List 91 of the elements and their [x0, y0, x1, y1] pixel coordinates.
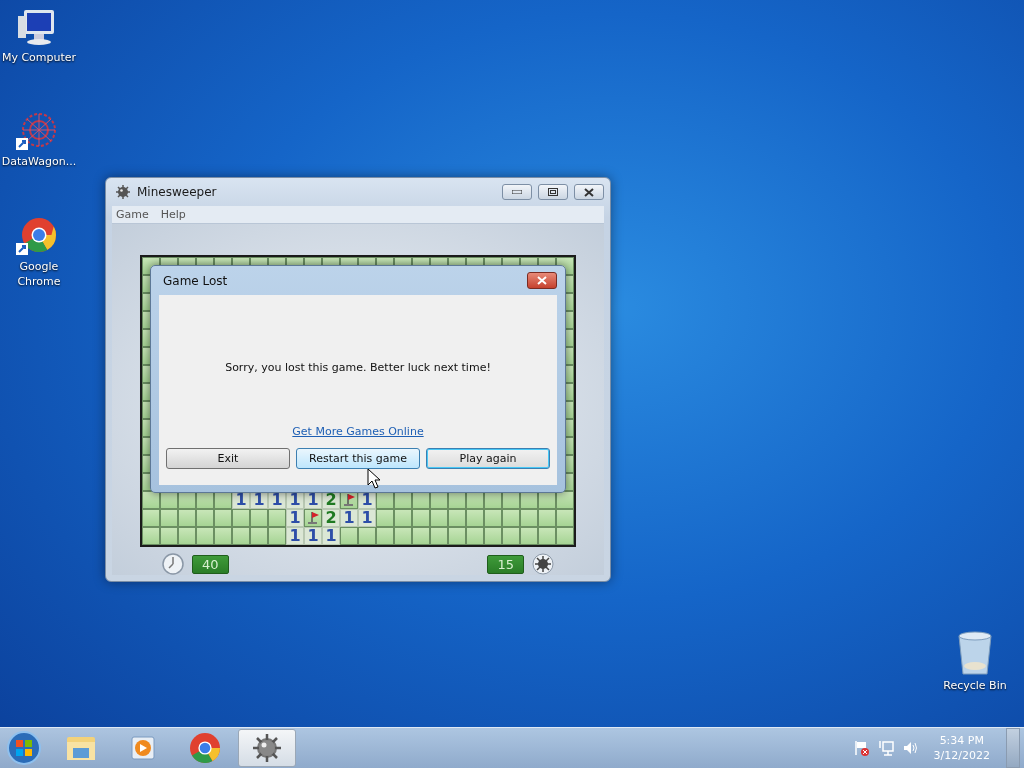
minefield-cell[interactable]	[196, 509, 214, 527]
dialog-button[interactable]: Restart this game	[296, 448, 420, 469]
dialog-button[interactable]: Exit	[166, 448, 290, 469]
more-games-link[interactable]: Get More Games Online	[292, 425, 424, 438]
minefield-cell[interactable]	[448, 509, 466, 527]
dialog-message: Sorry, you lost this game. Better luck next time!	[225, 361, 491, 374]
minefield-cell[interactable]	[556, 509, 574, 527]
minefield-cell[interactable]	[178, 509, 196, 527]
minefield-cell[interactable]	[232, 509, 250, 527]
mouse-cursor-icon	[367, 468, 381, 490]
mine-count-cell[interactable]: 1	[304, 527, 322, 545]
close-button[interactable]	[574, 184, 604, 200]
menu-item[interactable]: Help	[160, 206, 186, 223]
menu-item[interactable]: Game	[116, 206, 149, 223]
minefield-cell[interactable]	[376, 527, 394, 545]
mine-count-cell[interactable]: 1	[286, 527, 304, 545]
minefield-cell[interactable]	[178, 527, 196, 545]
minimize-button[interactable]	[502, 184, 532, 200]
media-player-icon	[129, 734, 157, 762]
close-icon	[584, 187, 594, 197]
clock-date: 3/12/2022	[933, 748, 990, 763]
clock-time: 5:34 PM	[939, 733, 984, 748]
minefield-cell[interactable]	[250, 527, 268, 545]
minefield-cell[interactable]	[466, 509, 484, 527]
taskbar-app-button[interactable]	[238, 729, 296, 767]
minefield-cell[interactable]	[358, 527, 376, 545]
minefield-cell[interactable]	[412, 527, 430, 545]
timer-counter: 40	[192, 554, 229, 574]
mine-icon	[532, 553, 554, 575]
flag-icon	[343, 493, 355, 507]
minefield-cell[interactable]	[412, 509, 430, 527]
mine-count-cell[interactable]: 1	[358, 509, 376, 527]
recycle-bin-icon	[955, 630, 995, 676]
restore-icon	[548, 188, 558, 196]
volume-icon[interactable]	[901, 740, 918, 756]
minefield-cell[interactable]	[394, 509, 412, 527]
minefield-cell[interactable]	[448, 527, 466, 545]
mine-icon	[115, 184, 131, 200]
close-icon	[537, 276, 547, 285]
desktop-icon-label[interactable]: Google Chrome	[0, 259, 78, 289]
dialog-button[interactable]: Play again	[426, 448, 550, 469]
minefield-cell[interactable]	[214, 527, 232, 545]
maximize-button[interactable]	[538, 184, 568, 200]
clock-icon	[162, 553, 184, 575]
desktop-icon-label[interactable]: My Computer	[1, 50, 77, 65]
minefield-cell[interactable]	[268, 509, 286, 527]
mine-count-cell[interactable]: 1	[340, 509, 358, 527]
close-button[interactable]	[527, 272, 557, 289]
mine-icon	[252, 733, 282, 763]
show-desktop-button[interactable]	[1006, 728, 1020, 768]
desktop-icon-label[interactable]: DataWagon...	[1, 154, 77, 169]
minefield-cell[interactable]	[484, 527, 502, 545]
network-icon[interactable]	[877, 740, 894, 756]
minefield-cell[interactable]	[430, 509, 448, 527]
minefield-cell[interactable]	[232, 527, 250, 545]
minefield-cell[interactable]	[196, 527, 214, 545]
minefield-cell[interactable]	[502, 509, 520, 527]
window-title: Minesweeper	[137, 185, 218, 199]
mine-counter: 15	[487, 554, 524, 574]
minefield-cell[interactable]	[520, 527, 538, 545]
minefield-cell[interactable]	[142, 527, 160, 545]
minefield-cell[interactable]	[268, 527, 286, 545]
minefield-cell[interactable]	[520, 509, 538, 527]
minefield-cell[interactable]	[340, 527, 358, 545]
mine-count-cell[interactable]: 1	[322, 527, 340, 545]
flag-icon	[307, 511, 319, 525]
mine-count-cell[interactable]: 1	[286, 509, 304, 527]
flag-icon[interactable]	[853, 740, 870, 756]
minefield-cell[interactable]	[160, 509, 178, 527]
dialog-title: Game Lost	[163, 273, 229, 288]
minefield-cell[interactable]	[484, 509, 502, 527]
minefield-cell[interactable]	[466, 527, 484, 545]
chrome-icon	[190, 733, 220, 763]
minefield-cell[interactable]	[538, 509, 556, 527]
minefield-cell[interactable]	[160, 527, 178, 545]
minefield-cell[interactable]	[142, 509, 160, 527]
minefield-cell[interactable]	[214, 509, 232, 527]
folder-icon	[65, 734, 97, 762]
minefield-cell[interactable]	[538, 527, 556, 545]
mine-count-cell[interactable]: 2	[322, 509, 340, 527]
minefield-cell[interactable]	[430, 527, 448, 545]
minefield-cell[interactable]	[502, 527, 520, 545]
minimize-icon	[512, 190, 522, 194]
desktop-icon-label[interactable]: Recycle Bin	[943, 678, 1007, 693]
minefield-cell[interactable]	[250, 509, 268, 527]
minefield-cell[interactable]	[142, 491, 160, 509]
minefield-cell[interactable]	[394, 527, 412, 545]
minefield-cell[interactable]	[376, 509, 394, 527]
minefield-cell[interactable]	[556, 491, 574, 509]
flagged-cell[interactable]	[304, 509, 322, 527]
minefield-cell[interactable]	[556, 527, 574, 545]
